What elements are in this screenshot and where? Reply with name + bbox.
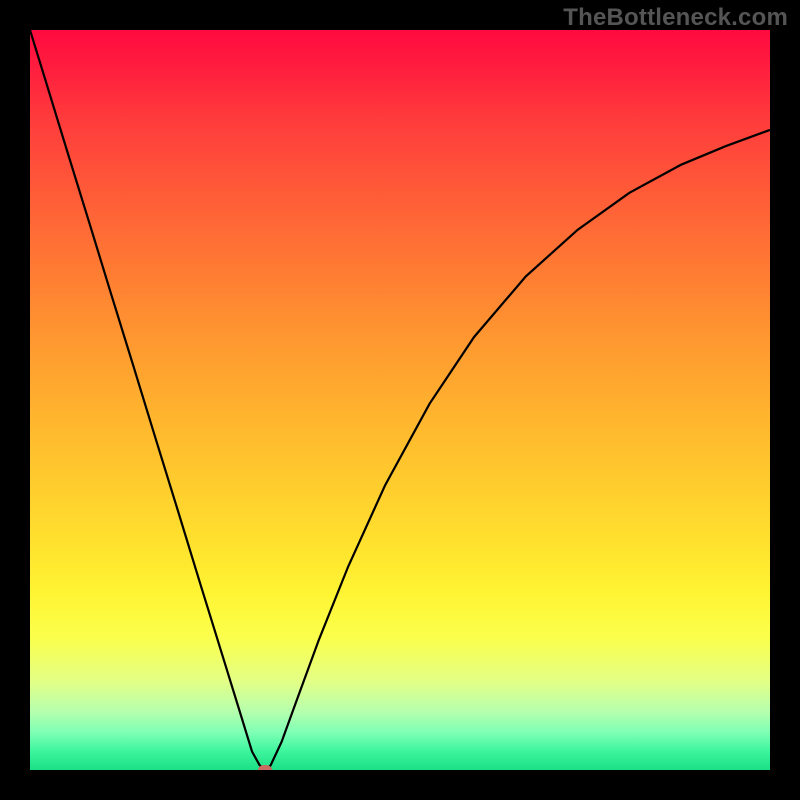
minimum-marker-icon <box>258 765 272 770</box>
plot-area <box>30 30 770 770</box>
watermark-label: TheBottleneck.com <box>563 4 788 32</box>
chart-frame: TheBottleneck.com <box>0 0 800 800</box>
curve-svg <box>30 30 770 770</box>
bottleneck-curve <box>30 30 770 770</box>
